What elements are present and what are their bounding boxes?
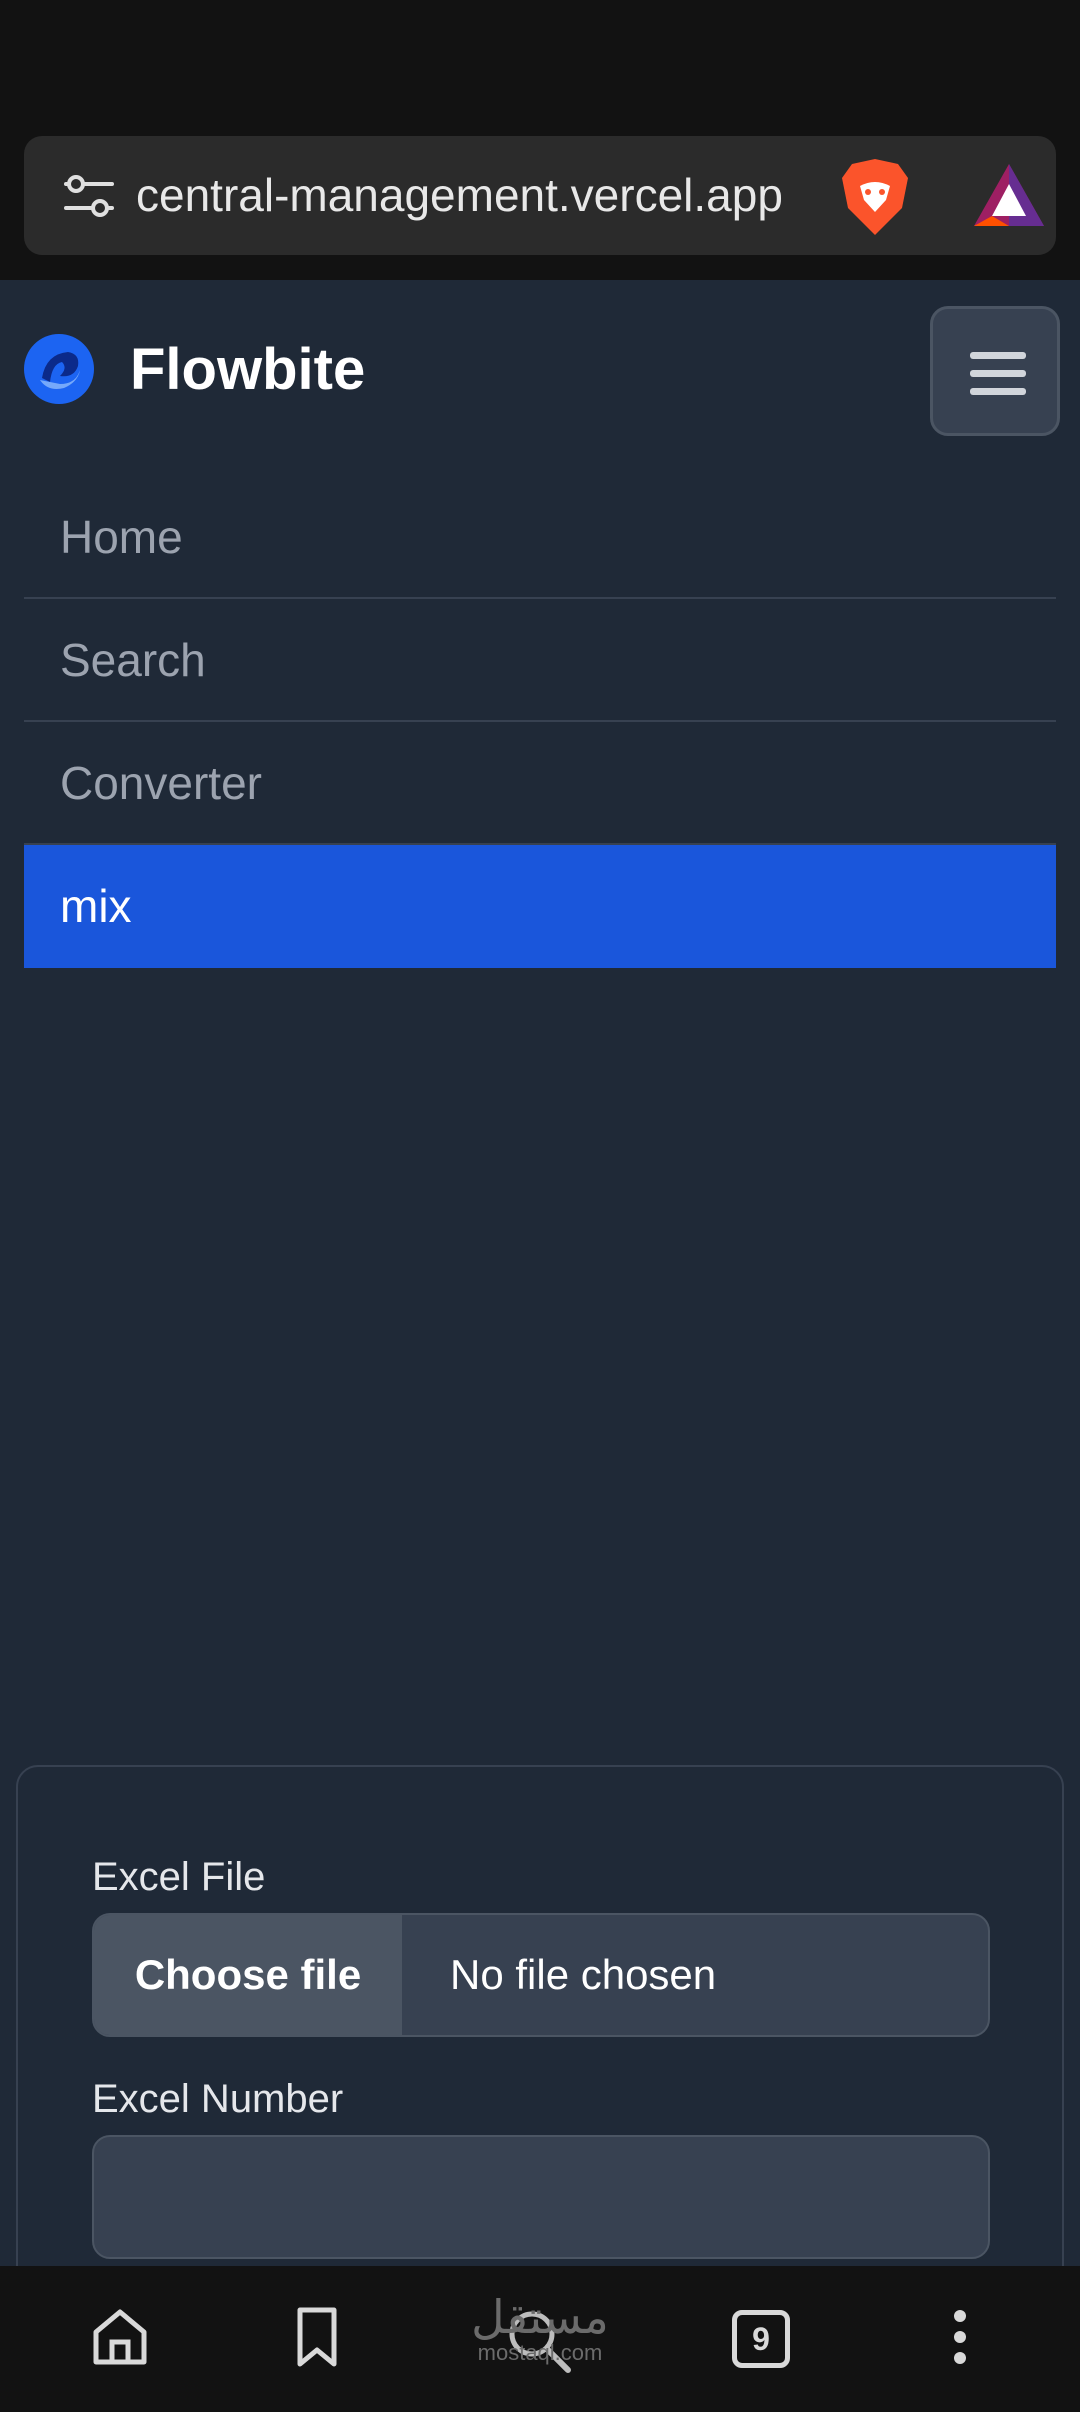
excel-number-input[interactable] xyxy=(92,2135,990,2259)
nav-item-home[interactable]: Home xyxy=(24,476,1056,599)
excel-file-input[interactable]: Choose file No file chosen xyxy=(92,1913,990,2037)
more-options-icon[interactable] xyxy=(950,2306,970,2373)
browser-bottom-toolbar: مستقل mostaql.com 9 xyxy=(0,2266,1080,2412)
nav-menu: Home Search Converter mix xyxy=(24,476,1056,968)
nav-item-converter[interactable]: Converter xyxy=(24,722,1056,845)
nav-item-search[interactable]: Search xyxy=(24,599,1056,722)
excel-number-label: Excel Number xyxy=(92,2077,344,2121)
hamburger-icon xyxy=(970,352,1026,395)
brave-shield-icon[interactable] xyxy=(838,156,912,238)
url-text[interactable]: central-management.vercel.app xyxy=(136,136,836,255)
tab-count-button[interactable]: 9 xyxy=(732,2310,790,2368)
address-bar[interactable]: central-management.vercel.app xyxy=(24,136,1056,255)
home-icon[interactable] xyxy=(90,2306,150,2373)
excel-file-label: Excel File xyxy=(92,1855,266,1899)
brand-name[interactable]: Flowbite xyxy=(130,330,365,410)
browser-top-chrome: central-management.vercel.app xyxy=(0,0,1080,280)
app-header: Flowbite xyxy=(0,280,1080,460)
file-status-text: No file chosen xyxy=(450,1951,717,1998)
choose-file-button[interactable]: Choose file xyxy=(94,1915,402,2035)
hamburger-menu-button[interactable] xyxy=(930,306,1060,436)
site-settings-icon[interactable] xyxy=(62,172,116,220)
bat-rewards-icon[interactable] xyxy=(972,162,1046,228)
bookmark-icon[interactable] xyxy=(292,2306,342,2373)
watermark: مستقل mostaql.com xyxy=(471,2290,609,2365)
nav-item-mix[interactable]: mix xyxy=(24,845,1056,968)
flowbite-logo-icon xyxy=(24,334,94,404)
